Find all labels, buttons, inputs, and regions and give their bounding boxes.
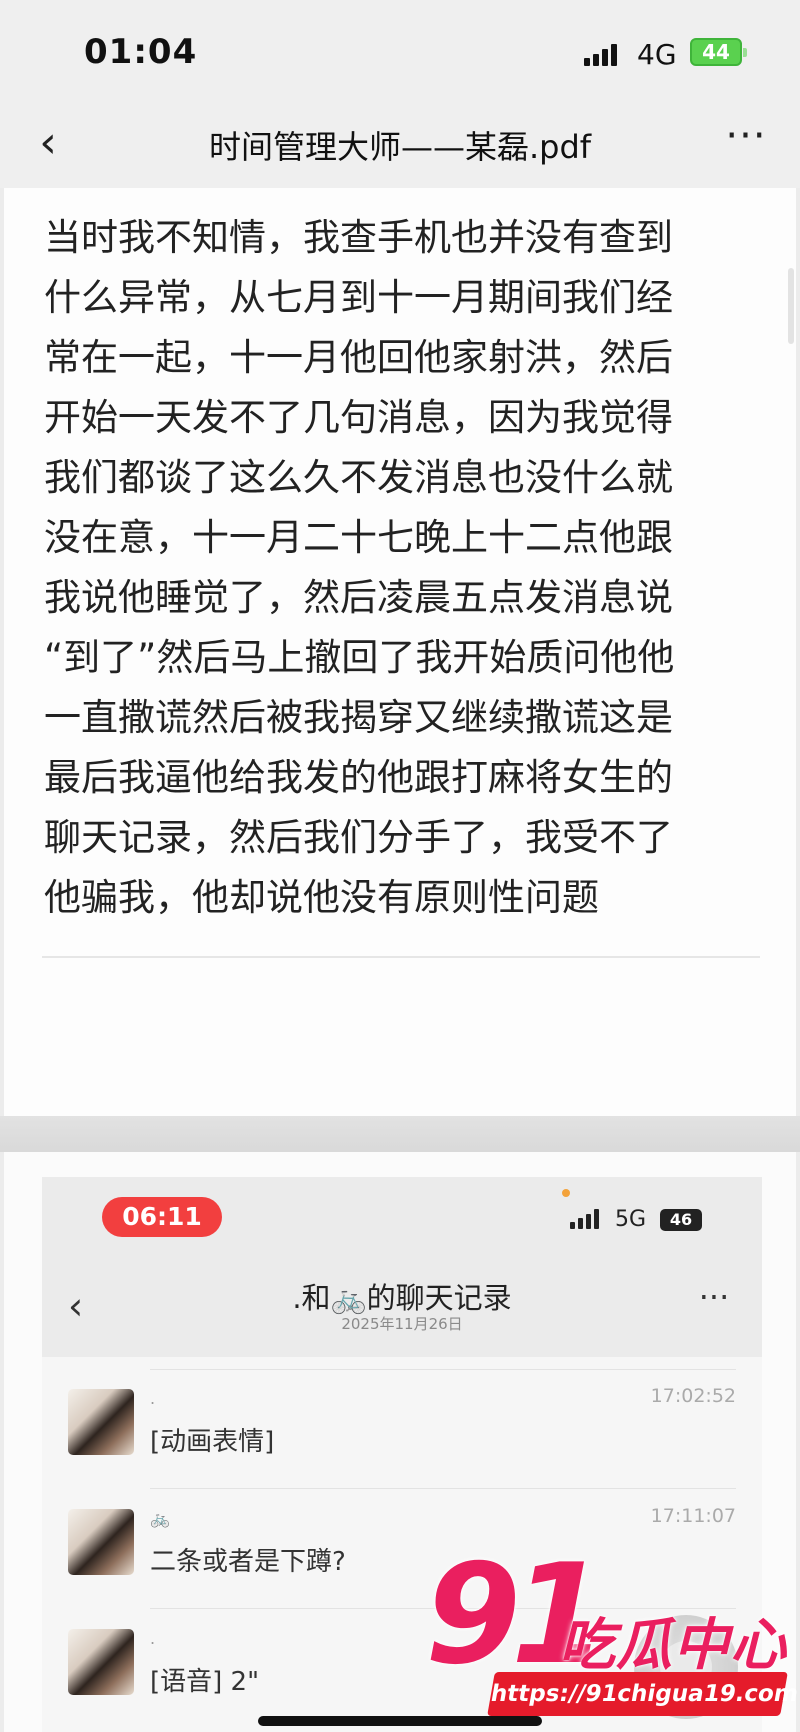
document-paragraph: 当时我不知情，我查手机也并没有查到 什么异常，从七月到十一月期间我们经 常在一起… (44, 216, 675, 919)
chat-chevron-left-icon: ‹ (68, 1284, 84, 1328)
message-text: [语音] 2" (150, 1667, 260, 1697)
chat-status-time: 06:11 (102, 1197, 222, 1237)
avatar (68, 1509, 134, 1575)
status-time: 01:04 (84, 32, 198, 72)
page-gap (0, 1116, 800, 1152)
avatar (68, 1629, 134, 1695)
sender-name: . (150, 1629, 156, 1648)
indicator-dot-icon (562, 1189, 570, 1197)
document-page[interactable]: 当时我不知情，我查手机也并没有查到 什么异常，从七月到十一月期间我们经 常在一起… (4, 188, 796, 1116)
page-title: 时间管理大师——某磊.pdf (208, 128, 592, 166)
home-indicator[interactable] (258, 1716, 542, 1726)
message-text: [动画表情] (150, 1427, 275, 1457)
divider (42, 956, 760, 958)
network-label: 4G (637, 38, 677, 71)
chevron-left-icon: ‹ (39, 117, 57, 168)
watermark-url: https://91chigua19.com (487, 1672, 800, 1716)
sender-name: . (150, 1389, 156, 1408)
battery-icon: 44 (690, 38, 747, 66)
more-dots-icon: ··· (725, 113, 767, 159)
nav-bar: ‹ 时间管理大师——某磊.pdf ··· (0, 104, 800, 188)
message-time: 17:02:52 (650, 1385, 736, 1407)
chat-nav-bar: ‹ .和🚲的聊天记录 2025年11月26日 ··· (42, 1267, 762, 1357)
chat-network-label: 5G (615, 1207, 647, 1232)
chat-signal-icon (570, 1209, 606, 1229)
message-text: 二条或者是下蹲? (150, 1547, 346, 1577)
more-button[interactable]: ··· (722, 116, 770, 166)
chat-subtitle: 2025年11月26日 (341, 1315, 463, 1333)
chat-status-bar: 06:11 5G 46 (42, 1177, 762, 1267)
watermark-logo-text: 吃瓜中心 (559, 1613, 787, 1678)
chat-battery-icon: 46 (660, 1209, 702, 1231)
avatar (68, 1389, 134, 1455)
sender-name: 🚲 (150, 1509, 170, 1528)
chat-message: . [动画表情] 17:02:52 (42, 1369, 762, 1489)
message-time: 17:11:07 (650, 1505, 736, 1527)
watermark: 91 吃瓜中心 https://91chigua19.com (425, 1546, 800, 1732)
signal-icon (584, 42, 626, 66)
back-button[interactable]: ‹ (28, 121, 68, 168)
scrollbar[interactable] (788, 268, 794, 344)
page-root: 01:04 4G 44 ‹ 时间管理大师——某磊.pdf ··· 当时我不知情，… (0, 0, 800, 1732)
status-bar: 01:04 4G 44 (0, 0, 800, 104)
chat-more-dots-icon: ··· (698, 1278, 730, 1316)
chat-title: .和🚲的聊天记录 (292, 1281, 512, 1315)
